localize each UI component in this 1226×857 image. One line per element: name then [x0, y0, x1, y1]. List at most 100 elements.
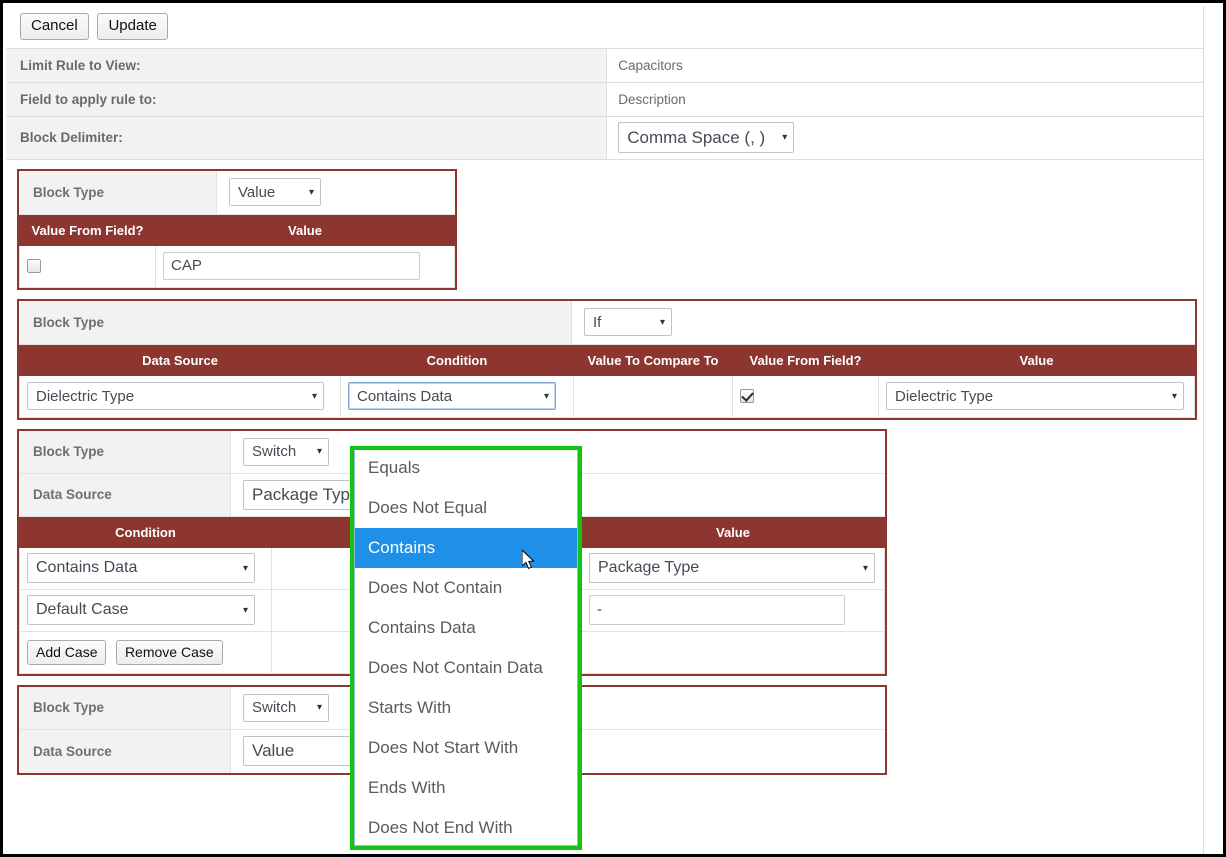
cell-data-source: Dielectric Type ▾: [20, 375, 341, 417]
field-to-apply-rule-to-row: Field to apply rule to: Description: [6, 82, 1208, 116]
cell-value: Package Type ▾: [582, 547, 885, 589]
remove-case-button[interactable]: Remove Case: [116, 640, 223, 665]
cell-condition: Contains Data ▾: [20, 547, 272, 589]
block-if: Block Type If ▾ Data Source Condition Va…: [17, 299, 1197, 420]
dropdown-option[interactable]: Contains: [355, 528, 577, 568]
value-from-field-checkbox[interactable]: [27, 259, 41, 273]
block-type-select-switch-value[interactable]: Switch ▾: [243, 694, 329, 722]
chevron-down-icon: ▾: [1172, 391, 1177, 402]
block-switch-package-type-label: Block Type: [19, 431, 231, 473]
dropdown-option[interactable]: Equals: [355, 448, 577, 488]
block-value-header: Block Type Value ▾: [19, 171, 455, 215]
block-type-select-if[interactable]: If ▾: [584, 308, 672, 336]
condition-select-package-0-text: Contains Data: [36, 559, 137, 577]
chevron-down-icon: ▾: [544, 391, 549, 402]
dropdown-option[interactable]: Does Not Contain Data: [355, 648, 577, 688]
col-condition: Condition: [20, 517, 272, 547]
field-to-apply-rule-to-label: Field to apply rule to:: [6, 82, 607, 116]
vertical-scrollbar[interactable]: [1203, 6, 1220, 857]
dropdown-option[interactable]: Ends With: [355, 768, 577, 808]
cell-value-to-compare-to: [574, 375, 733, 417]
dropdown-option[interactable]: Does Not End With: [355, 808, 577, 846]
col-value-from-field: Value From Field?: [733, 345, 879, 375]
block-value-type-value-cell: Value ▾: [217, 171, 455, 214]
cancel-button[interactable]: Cancel: [20, 13, 89, 40]
chevron-down-icon: ▾: [863, 563, 868, 574]
data-source-select-value-text: Value: [252, 741, 294, 761]
chevron-down-icon: ▾: [312, 391, 317, 402]
block-type-select-if-text: If: [593, 314, 601, 331]
rule-editor-page: Cancel Update Limit Rule to View: Capaci…: [6, 6, 1208, 857]
dropdown-option[interactable]: Contains Data: [355, 608, 577, 648]
col-value-from-field: Value From Field?: [20, 215, 156, 245]
block-type-select-switch-package-text: Switch: [252, 443, 296, 460]
block-delimiter-select[interactable]: Comma Space (, ) ▾: [618, 122, 794, 153]
cell-case-actions: Add Case Remove Case: [20, 631, 272, 673]
limit-rule-to-view-label: Limit Rule to View:: [6, 48, 607, 82]
limit-rule-to-view-row: Limit Rule to View: Capacitors: [6, 48, 1208, 82]
cell-value: [582, 631, 885, 673]
col-value: Value: [582, 517, 885, 547]
cell-value: Dielectric Type ▾: [879, 375, 1195, 417]
condition-select-if-text: Contains Data: [357, 388, 452, 405]
dropdown-option[interactable]: Starts With: [355, 688, 577, 728]
data-source-select-package-text: Package Type: [252, 485, 359, 505]
data-source-select-if-text: Dielectric Type: [36, 388, 134, 405]
condition-select-package-0[interactable]: Contains Data ▾: [27, 553, 255, 583]
chevron-down-icon: ▾: [317, 702, 322, 713]
dropdown-option[interactable]: Does Not Contain: [355, 568, 577, 608]
dropdown-option[interactable]: Does Not Equal: [355, 488, 577, 528]
chevron-down-icon: ▾: [243, 605, 248, 616]
block-delimiter-label: Block Delimiter:: [6, 116, 607, 159]
condition-dropdown-listbox[interactable]: EqualsDoes Not EqualContainsDoes Not Con…: [354, 448, 578, 846]
block-type-select-value-text: Value: [238, 184, 275, 201]
limit-rule-to-view-value: Capacitors: [607, 48, 1208, 82]
chevron-down-icon: ▾: [660, 317, 665, 328]
condition-select-if[interactable]: Contains Data ▾: [348, 382, 556, 410]
data-source-select-if[interactable]: Dielectric Type ▾: [27, 382, 324, 410]
chevron-down-icon: ▾: [243, 563, 248, 574]
cell-value-from-field: [20, 245, 156, 287]
value-text-input[interactable]: CAP: [163, 252, 420, 280]
rule-settings-table: Cancel Update Limit Rule to View: Capaci…: [6, 6, 1208, 160]
block-if-grid-header-row: Data Source Condition Value To Compare T…: [20, 345, 1195, 375]
value-select-package-0[interactable]: Package Type ▾: [589, 553, 875, 583]
data-source-label-package: Data Source: [19, 474, 231, 516]
cell-condition: Default Case ▾: [20, 589, 272, 631]
value-select-package-0-text: Package Type: [598, 559, 699, 577]
add-case-button[interactable]: Add Case: [27, 640, 106, 665]
block-if-header: Block Type If ▾: [19, 301, 1195, 345]
block-type-select-value[interactable]: Value ▾: [229, 178, 321, 206]
condition-select-package-1-text: Default Case: [36, 601, 129, 619]
block-value-type-label: Block Type: [19, 171, 217, 214]
toolbar-row: Cancel Update: [6, 6, 1208, 48]
table-row: CAP: [20, 245, 455, 287]
block-if-type-value-cell: If ▾: [572, 301, 1195, 344]
value-from-field-checkbox-if[interactable]: [740, 389, 754, 403]
value-text-input-package-1[interactable]: -: [589, 595, 845, 625]
col-data-source: Data Source: [20, 345, 341, 375]
cell-condition: Contains Data ▾: [341, 375, 574, 417]
block-delimiter-value-cell: Comma Space (, ) ▾: [607, 116, 1208, 159]
value-select-if-text: Dielectric Type: [895, 388, 993, 405]
block-value-grid-header-row: Value From Field? Value: [20, 215, 455, 245]
value-select-if[interactable]: Dielectric Type ▾: [886, 382, 1184, 410]
col-value-to-compare-to: Value To Compare To: [574, 345, 733, 375]
chevron-down-icon: ▾: [309, 187, 314, 198]
block-type-select-switch-value-text: Switch: [252, 699, 296, 716]
cell-value-from-field: [733, 375, 879, 417]
block-if-grid: Data Source Condition Value To Compare T…: [19, 345, 1195, 418]
col-value: Value: [879, 345, 1195, 375]
block-delimiter-row: Block Delimiter: Comma Space (, ) ▾: [6, 116, 1208, 159]
col-value: Value: [156, 215, 455, 245]
app-window: Cancel Update Limit Rule to View: Capaci…: [0, 0, 1226, 857]
update-button[interactable]: Update: [97, 13, 167, 40]
condition-select-package-1[interactable]: Default Case ▾: [27, 595, 255, 625]
block-value-grid: Value From Field? Value CAP: [19, 215, 455, 288]
block-if-type-label: Block Type: [19, 301, 572, 344]
dropdown-option[interactable]: Does Not Start With: [355, 728, 577, 768]
chevron-down-icon: ▾: [782, 132, 787, 143]
mouse-cursor-icon: [522, 550, 536, 570]
block-type-select-switch-package[interactable]: Switch ▾: [243, 438, 329, 466]
block-switch-value-label: Block Type: [19, 687, 231, 729]
